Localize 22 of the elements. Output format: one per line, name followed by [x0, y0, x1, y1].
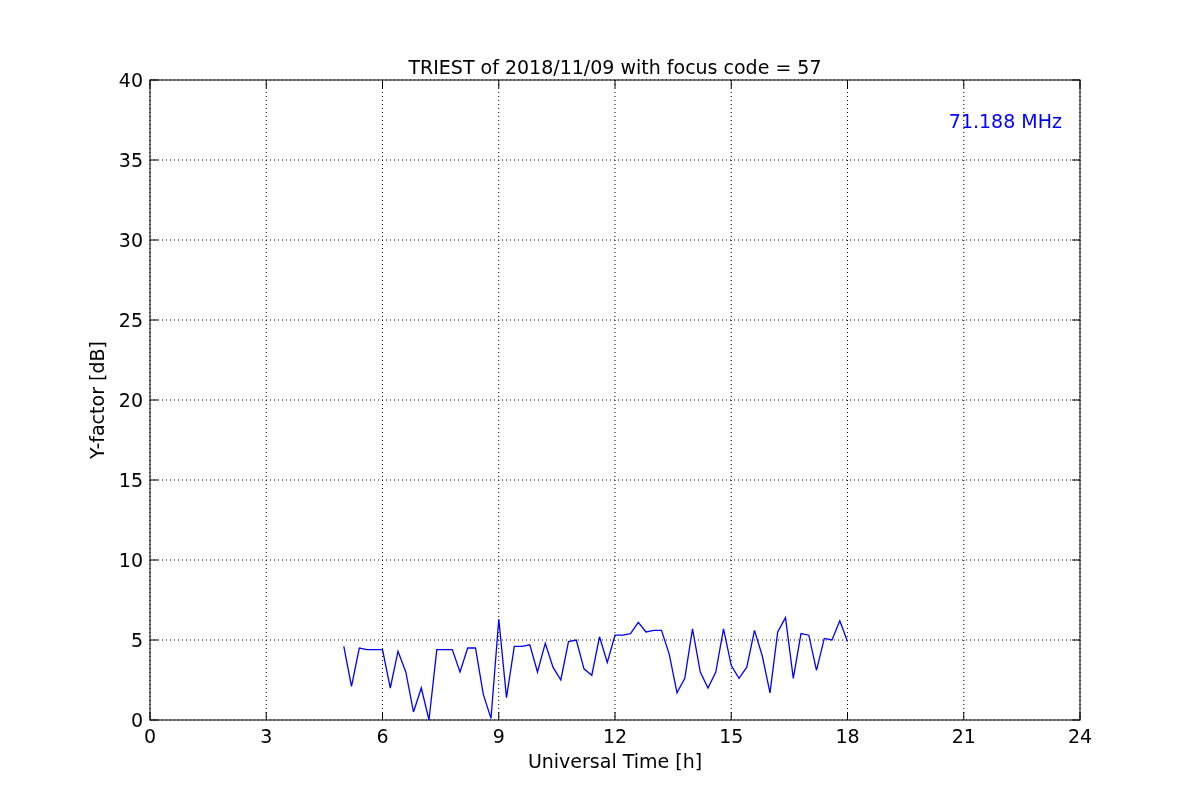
tick-label: 21	[951, 725, 976, 747]
tick-label: 0	[143, 725, 157, 747]
tick-label: 0	[130, 709, 143, 731]
tick-label: 15	[118, 469, 143, 491]
tick-label: 15	[719, 725, 744, 747]
tick-label: 10	[118, 549, 143, 571]
x-axis-label: Universal Time [h]	[527, 750, 703, 772]
tick-label: 6	[376, 725, 389, 747]
annotation-text: 71.188 MHz	[948, 110, 1062, 132]
tick-label: 5	[130, 629, 143, 651]
tick-label: 40	[118, 69, 143, 91]
tick-label: 25	[118, 309, 143, 331]
tick-label: 12	[602, 725, 628, 747]
chart-title: TRIEST of 2018/11/09 with focus code = 57	[408, 56, 822, 78]
tick-label: 18	[835, 725, 860, 747]
tick-label: 3	[260, 725, 273, 747]
tick-label: 24	[1067, 725, 1093, 747]
tick-label: 20	[118, 389, 143, 411]
y-axis-label: Y-factor [dB]	[86, 341, 108, 459]
tick-label: 30	[118, 229, 143, 251]
tick-label: 9	[492, 725, 505, 747]
tick-label: 35	[118, 149, 143, 171]
